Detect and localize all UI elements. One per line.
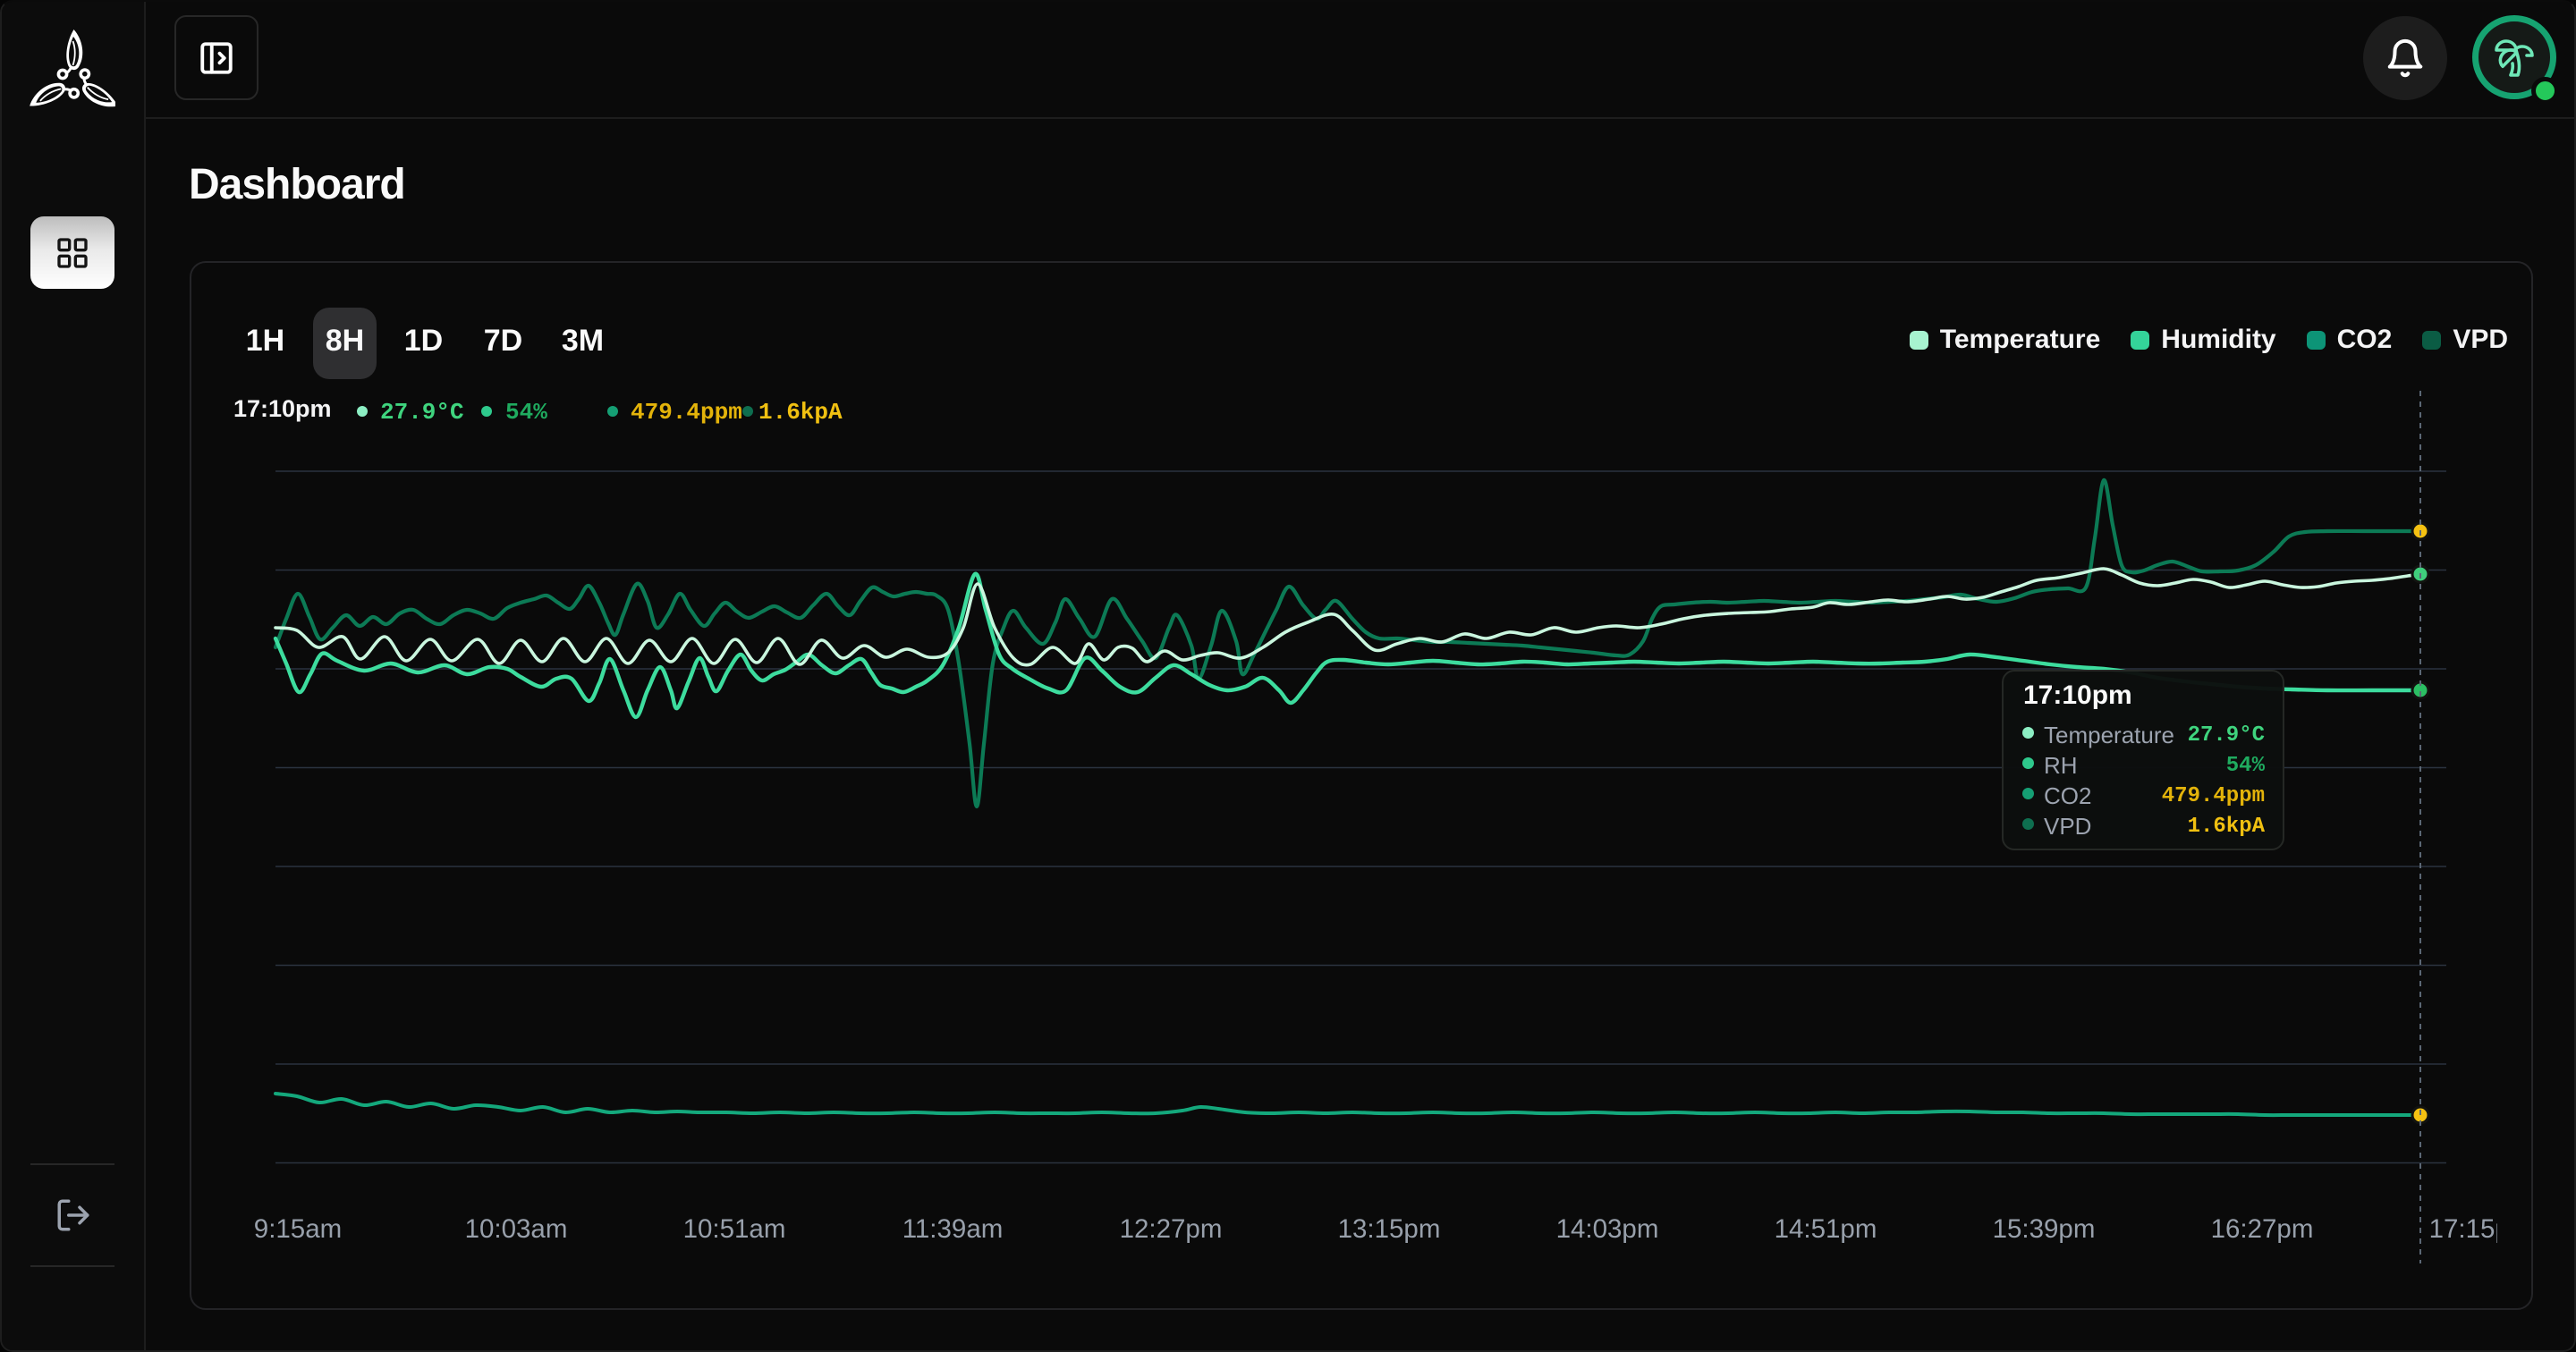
svg-text:14:51pm: 14:51pm	[1775, 1214, 1877, 1244]
svg-text:17:15pm: 17:15pm	[2429, 1214, 2497, 1244]
svg-text:9:15am: 9:15am	[254, 1214, 342, 1244]
svg-text:13:15pm: 13:15pm	[1338, 1214, 1441, 1244]
svg-text:11:39am: 11:39am	[902, 1214, 1004, 1244]
svg-text:12:27pm: 12:27pm	[1120, 1214, 1223, 1244]
svg-text:10:03am: 10:03am	[465, 1214, 568, 1244]
svg-text:14:03pm: 14:03pm	[1556, 1214, 1659, 1244]
svg-text:16:27pm: 16:27pm	[2211, 1214, 2314, 1244]
svg-text:10:51am: 10:51am	[683, 1214, 786, 1244]
svg-text:15:39pm: 15:39pm	[1993, 1214, 2096, 1244]
